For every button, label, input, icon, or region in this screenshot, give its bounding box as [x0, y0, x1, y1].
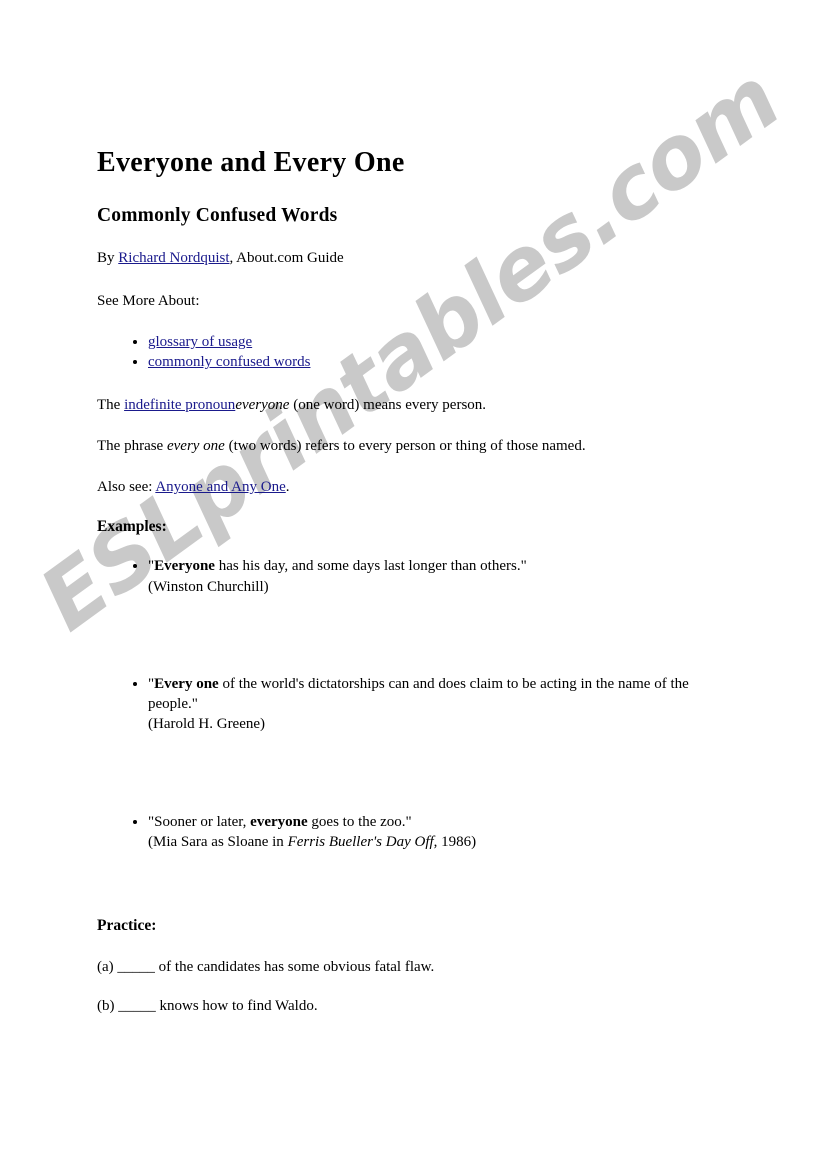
byline: By Richard Nordquist, About.com Guide [97, 248, 731, 268]
example-attribution: (Mia Sara as Sloane in Ferris Bueller's … [148, 832, 731, 852]
document-content: Everyone and Every One Commonly Confused… [0, 0, 826, 1017]
example-quote: "Every one of the world's dictatorships … [148, 674, 731, 715]
definition-term-everyone: everyone [235, 396, 290, 413]
quote-rest: has his day, and some days last longer t… [214, 558, 527, 575]
practice-blank[interactable]: _____ [117, 959, 155, 975]
list-item: glossary of usage [148, 333, 731, 353]
quote-rest: of the world's dictatorships can and doe… [148, 675, 689, 713]
practice-item-a: (a) _____ of the candidates has some obv… [97, 957, 731, 977]
quote-keyword: everyone [250, 813, 308, 830]
quote-keyword: Every one [154, 675, 219, 692]
see-more-label: See More About: [97, 293, 200, 310]
page-title: Everyone and Every One [97, 147, 405, 178]
see-more-list: glossary of usage commonly confused word… [97, 333, 731, 373]
quote-keyword: Everyone [154, 558, 215, 575]
list-item: "Sooner or later, everyone goes to the z… [148, 812, 731, 853]
byline-prefix: By [97, 250, 119, 267]
author-link[interactable]: Richard Nordquist [118, 250, 229, 266]
list-item: commonly confused words [148, 353, 731, 373]
definition-suffix: (two words) refers to every person or th… [224, 437, 586, 454]
link-commonly-confused-words[interactable]: commonly confused words [148, 354, 310, 370]
practice-text: knows how to find Waldo. [155, 998, 318, 1015]
also-see-suffix: . [285, 479, 290, 496]
definition-every-one: The phrase every one (two words) refers … [97, 436, 731, 456]
byline-suffix: , About.com Guide [229, 250, 344, 267]
attribution-suffix: , 1986) [433, 833, 477, 850]
example-quote: "Sooner or later, everyone goes to the z… [148, 812, 731, 832]
example-attribution: (Harold H. Greene) [148, 716, 266, 733]
practice-blank[interactable]: _____ [118, 998, 156, 1014]
link-anyone-and-any-one[interactable]: Anyone and Any One [155, 479, 285, 495]
also-see-prefix: Also see: [97, 479, 156, 496]
also-see-line: Also see: Anyone and Any One. [97, 477, 731, 497]
link-glossary-of-usage[interactable]: glossary of usage [148, 334, 252, 350]
practice-label: (b) [97, 998, 119, 1015]
practice-heading: Practice: [97, 917, 157, 935]
definition-everyone: The indefinite pronouneveryone (one word… [97, 395, 731, 415]
definition-suffix: (one word) means every person. [289, 396, 487, 413]
examples-list: "Everyone has his day, and some days las… [97, 556, 731, 852]
practice-item-b: (b) _____ knows how to find Waldo. [97, 996, 731, 1016]
example-quote: "Everyone has his day, and some days las… [148, 556, 731, 576]
list-item: "Every one of the world's dictatorships … [148, 674, 731, 735]
definition-prefix: The phrase [97, 437, 167, 454]
page-subtitle: Commonly Confused Words [97, 204, 338, 226]
list-item: "Everyone has his day, and some days las… [148, 556, 731, 597]
link-indefinite-pronoun[interactable]: indefinite pronoun [124, 397, 235, 413]
example-attribution: (Winston Churchill) [148, 578, 269, 595]
definition-term-every-one: every one [166, 437, 225, 454]
examples-heading: Examples: [97, 518, 167, 536]
practice-text: of the candidates has some obvious fatal… [154, 959, 435, 976]
definition-prefix: The [97, 396, 125, 413]
practice-label: (a) [97, 959, 118, 976]
quote-rest: goes to the zoo." [307, 813, 412, 830]
attribution-film-title: Ferris Bueller's Day Off [287, 833, 434, 850]
quote-open: "Sooner or later, [148, 813, 251, 830]
attribution-prefix: (Mia Sara as Sloane in [148, 833, 288, 850]
worksheet-page: ESLprintables.com Everyone and Every One… [0, 0, 826, 1169]
